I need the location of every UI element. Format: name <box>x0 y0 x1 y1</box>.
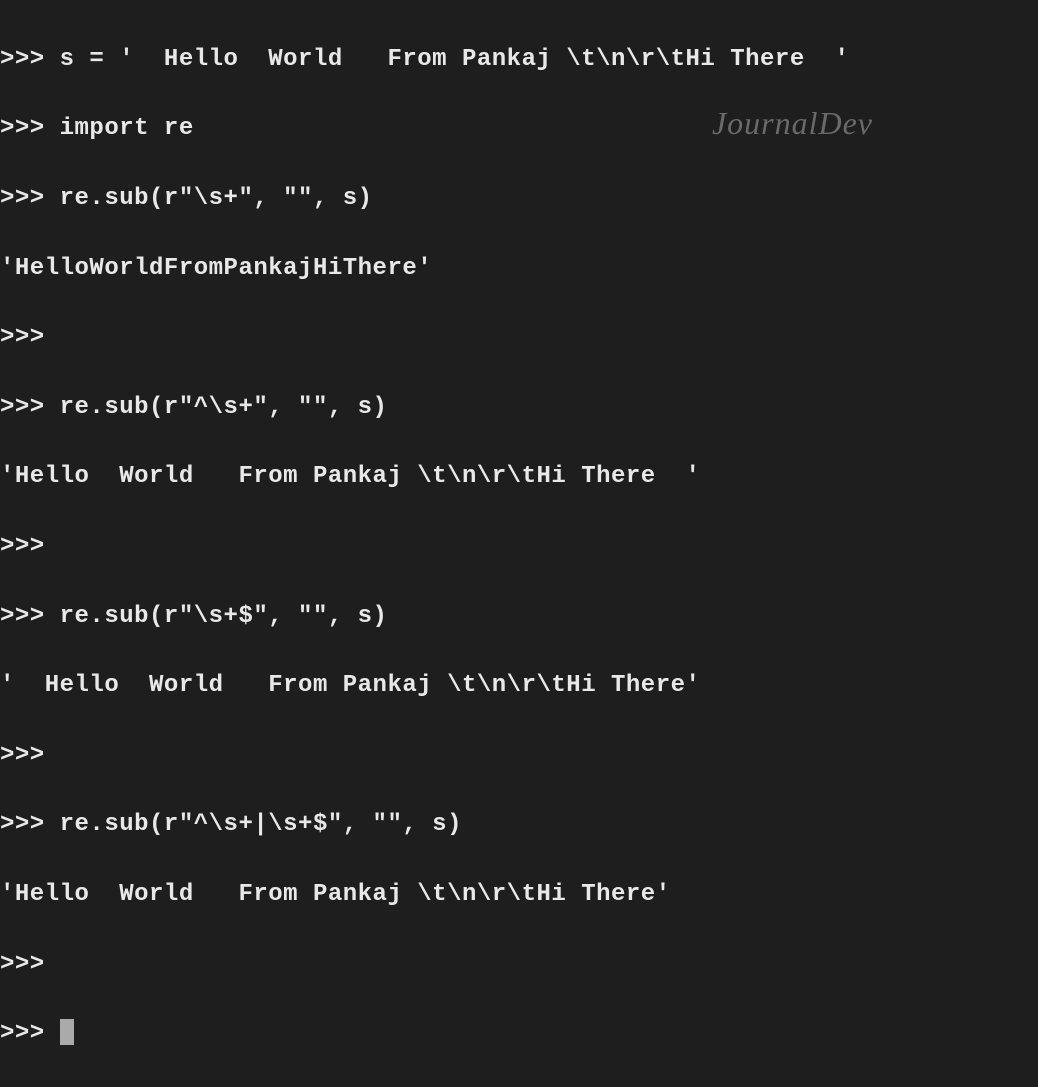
terminal-line: ' Hello World From Pankaj \t\n\r\tHi The… <box>0 669 1038 704</box>
terminal-output[interactable]: >>> s = ' Hello World From Pankaj \t\n\r… <box>0 8 1038 1087</box>
terminal-line: >>> <box>0 739 1038 774</box>
terminal-line: >>> <box>0 321 1038 356</box>
terminal-line: >>> s = ' Hello World From Pankaj \t\n\r… <box>0 43 1038 78</box>
terminal-line: >>> re.sub(r"\s+", "", s) <box>0 182 1038 217</box>
terminal-line: 'Hello World From Pankaj \t\n\r\tHi Ther… <box>0 878 1038 913</box>
terminal-line: >>> re.sub(r"^\s+", "", s) <box>0 391 1038 426</box>
terminal-line: >>> re.sub(r"^\s+|\s+$", "", s) <box>0 808 1038 843</box>
terminal-line: 'Hello World From Pankaj \t\n\r\tHi Ther… <box>0 460 1038 495</box>
terminal-line: >>> <box>0 530 1038 565</box>
terminal-line: 'HelloWorldFromPankajHiThere' <box>0 252 1038 287</box>
terminal-line: >>> re.sub(r"\s+$", "", s) <box>0 600 1038 635</box>
prompt: >>> <box>0 1020 60 1047</box>
terminal-line: >>> import re <box>0 112 1038 147</box>
terminal-line: >>> <box>0 948 1038 983</box>
cursor-icon <box>60 1019 74 1045</box>
terminal-prompt-line[interactable]: >>> <box>0 1017 1038 1052</box>
